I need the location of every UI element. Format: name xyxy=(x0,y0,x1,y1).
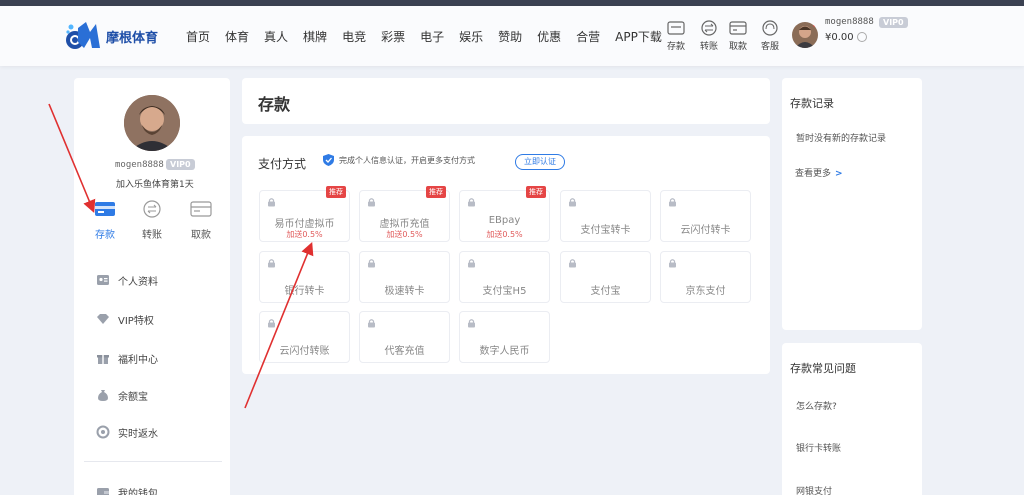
header-support-button[interactable]: 客服 xyxy=(754,20,786,52)
header-username: mogen8888 xyxy=(825,17,874,27)
headset-icon xyxy=(762,20,778,36)
records-panel xyxy=(782,78,922,330)
menu-vip[interactable]: VIP特权 xyxy=(96,309,154,329)
gift-icon xyxy=(97,355,109,364)
main-nav: 首页 体育 真人 棋牌 电竞 彩票 电子 娱乐 赞助 优惠 合营 APP下载 xyxy=(186,28,662,45)
sidebar-withdraw-button[interactable]: 取款 xyxy=(183,200,219,241)
lock-icon xyxy=(669,259,676,268)
lock-icon xyxy=(368,198,375,207)
faq-item[interactable]: 银行卡转账 xyxy=(796,441,841,454)
header-balance[interactable]: ¥0.00 xyxy=(825,32,867,43)
nav-sports[interactable]: 体育 xyxy=(225,28,249,45)
payment-method-card[interactable]: 推荐 易币付虚拟币 加送0.5% xyxy=(259,186,350,242)
nav-sponsor[interactable]: 赞助 xyxy=(498,28,522,45)
transfer-icon xyxy=(143,200,161,218)
chevron-right-icon: > xyxy=(835,169,843,179)
nav-live[interactable]: 真人 xyxy=(264,28,288,45)
payment-method-card[interactable]: 推荐 虚拟币充值 加送0.5% xyxy=(359,186,450,242)
nav-app-download[interactable]: APP下载 xyxy=(615,28,662,45)
shield-icon xyxy=(323,154,334,166)
payment-methods-title: 支付方式 xyxy=(258,157,307,171)
nav-slots[interactable]: 电子 xyxy=(420,28,444,45)
recommend-badge: 推荐 xyxy=(426,186,446,198)
wallet-icon xyxy=(97,488,109,495)
nav-esports[interactable]: 电竞 xyxy=(342,28,366,45)
payment-method-card[interactable]: 推荐 EBpay 加送0.5% xyxy=(459,186,550,242)
refresh-icon xyxy=(96,425,110,439)
payment-method-card[interactable]: 云闪付转账 xyxy=(259,311,350,363)
menu-welfare[interactable]: 福利中心 xyxy=(96,348,158,368)
payment-method-card[interactable]: 银行转卡 xyxy=(259,251,350,303)
payment-method-card[interactable]: 极速转卡 xyxy=(359,251,450,303)
nav-home[interactable]: 首页 xyxy=(186,28,210,45)
sidebar-deposit-button[interactable]: 存款 xyxy=(87,200,123,241)
logo-icon xyxy=(64,18,104,54)
recommend-badge: 推荐 xyxy=(526,186,546,198)
joined-days: 加入乐鱼体育第1天 xyxy=(116,180,194,190)
chevron-down-icon[interactable] xyxy=(856,32,867,42)
page-title: 存款 xyxy=(258,95,291,114)
lock-icon xyxy=(569,198,576,207)
nav-lottery[interactable]: 彩票 xyxy=(381,28,405,45)
nav-affiliate[interactable]: 合营 xyxy=(576,28,600,45)
header-withdraw-button[interactable]: 取款 xyxy=(722,20,754,52)
see-more-link[interactable]: 查看更多 > xyxy=(795,166,843,179)
sidebar-divider xyxy=(84,461,222,462)
payment-method-card[interactable]: 支付宝转卡 xyxy=(560,190,651,242)
lock-icon xyxy=(468,198,475,207)
nav-entertainment[interactable]: 娱乐 xyxy=(459,28,483,45)
records-title: 存款记录 xyxy=(790,97,834,110)
sidebar-username: mogen8888 xyxy=(115,160,164,170)
header-transfer-button[interactable]: 转账 xyxy=(693,20,725,52)
menu-wallet[interactable]: 我的钱包 xyxy=(96,482,158,495)
diamond-icon xyxy=(97,314,109,324)
nav-chess[interactable]: 棋牌 xyxy=(303,28,327,45)
logo[interactable]: 摩根体育 xyxy=(64,18,158,54)
header-deposit-button[interactable]: 存款 xyxy=(660,20,692,52)
menu-yuebao[interactable]: 余额宝 xyxy=(96,385,148,405)
deposit-icon xyxy=(667,21,685,35)
money-bag-icon xyxy=(98,390,108,401)
withdraw-icon xyxy=(729,21,747,35)
withdraw-icon xyxy=(190,201,212,217)
lock-icon xyxy=(368,319,375,328)
lock-icon xyxy=(268,198,275,207)
header-vip-badge: VIP0 xyxy=(879,17,908,28)
lock-icon xyxy=(368,259,375,268)
recommend-badge: 推荐 xyxy=(326,186,346,198)
faq-item[interactable]: 怎么存款? xyxy=(796,399,837,412)
sidebar-transfer-button[interactable]: 转账 xyxy=(134,200,170,241)
payment-method-card[interactable]: 云闪付转卡 xyxy=(660,190,751,242)
header-avatar[interactable] xyxy=(792,22,818,48)
card-icon xyxy=(95,202,115,216)
lock-icon xyxy=(569,259,576,268)
payment-method-card[interactable]: 支付宝H5 xyxy=(459,251,550,303)
lock-icon xyxy=(268,319,275,328)
faq-title: 存款常见问题 xyxy=(790,362,856,375)
no-records-text: 暂时没有新的存款记录 xyxy=(796,134,887,144)
faq-item[interactable]: 网银支付 xyxy=(796,484,832,495)
payment-method-card[interactable]: 代客充值 xyxy=(359,311,450,363)
logo-text: 摩根体育 xyxy=(106,30,159,46)
verify-notice: 完成个人信息认证，开启更多支付方式 xyxy=(322,153,475,167)
menu-profile[interactable]: 个人资料 xyxy=(96,270,158,290)
header: 摩根体育 首页 体育 真人 棋牌 电竞 彩票 电子 娱乐 赞助 优惠 合营 AP… xyxy=(0,6,1024,66)
payment-method-card[interactable]: 数字人民币 xyxy=(459,311,550,363)
payment-method-card[interactable]: 京东支付 xyxy=(660,251,751,303)
avatar[interactable] xyxy=(124,95,180,151)
notification-dot xyxy=(813,22,818,27)
sidebar-vip-badge: VIP0 xyxy=(166,159,195,170)
lock-icon xyxy=(468,259,475,268)
lock-icon xyxy=(669,198,676,207)
lock-icon xyxy=(468,319,475,328)
nav-promotions[interactable]: 优惠 xyxy=(537,28,561,45)
id-card-icon xyxy=(97,275,109,285)
transfer-icon xyxy=(701,20,717,36)
lock-icon xyxy=(268,259,275,268)
payment-method-card[interactable]: 支付宝 xyxy=(560,251,651,303)
menu-rebate[interactable]: 实时返水 xyxy=(96,422,158,442)
verify-now-button[interactable]: 立即认证 xyxy=(515,154,565,170)
title-panel xyxy=(242,78,770,124)
